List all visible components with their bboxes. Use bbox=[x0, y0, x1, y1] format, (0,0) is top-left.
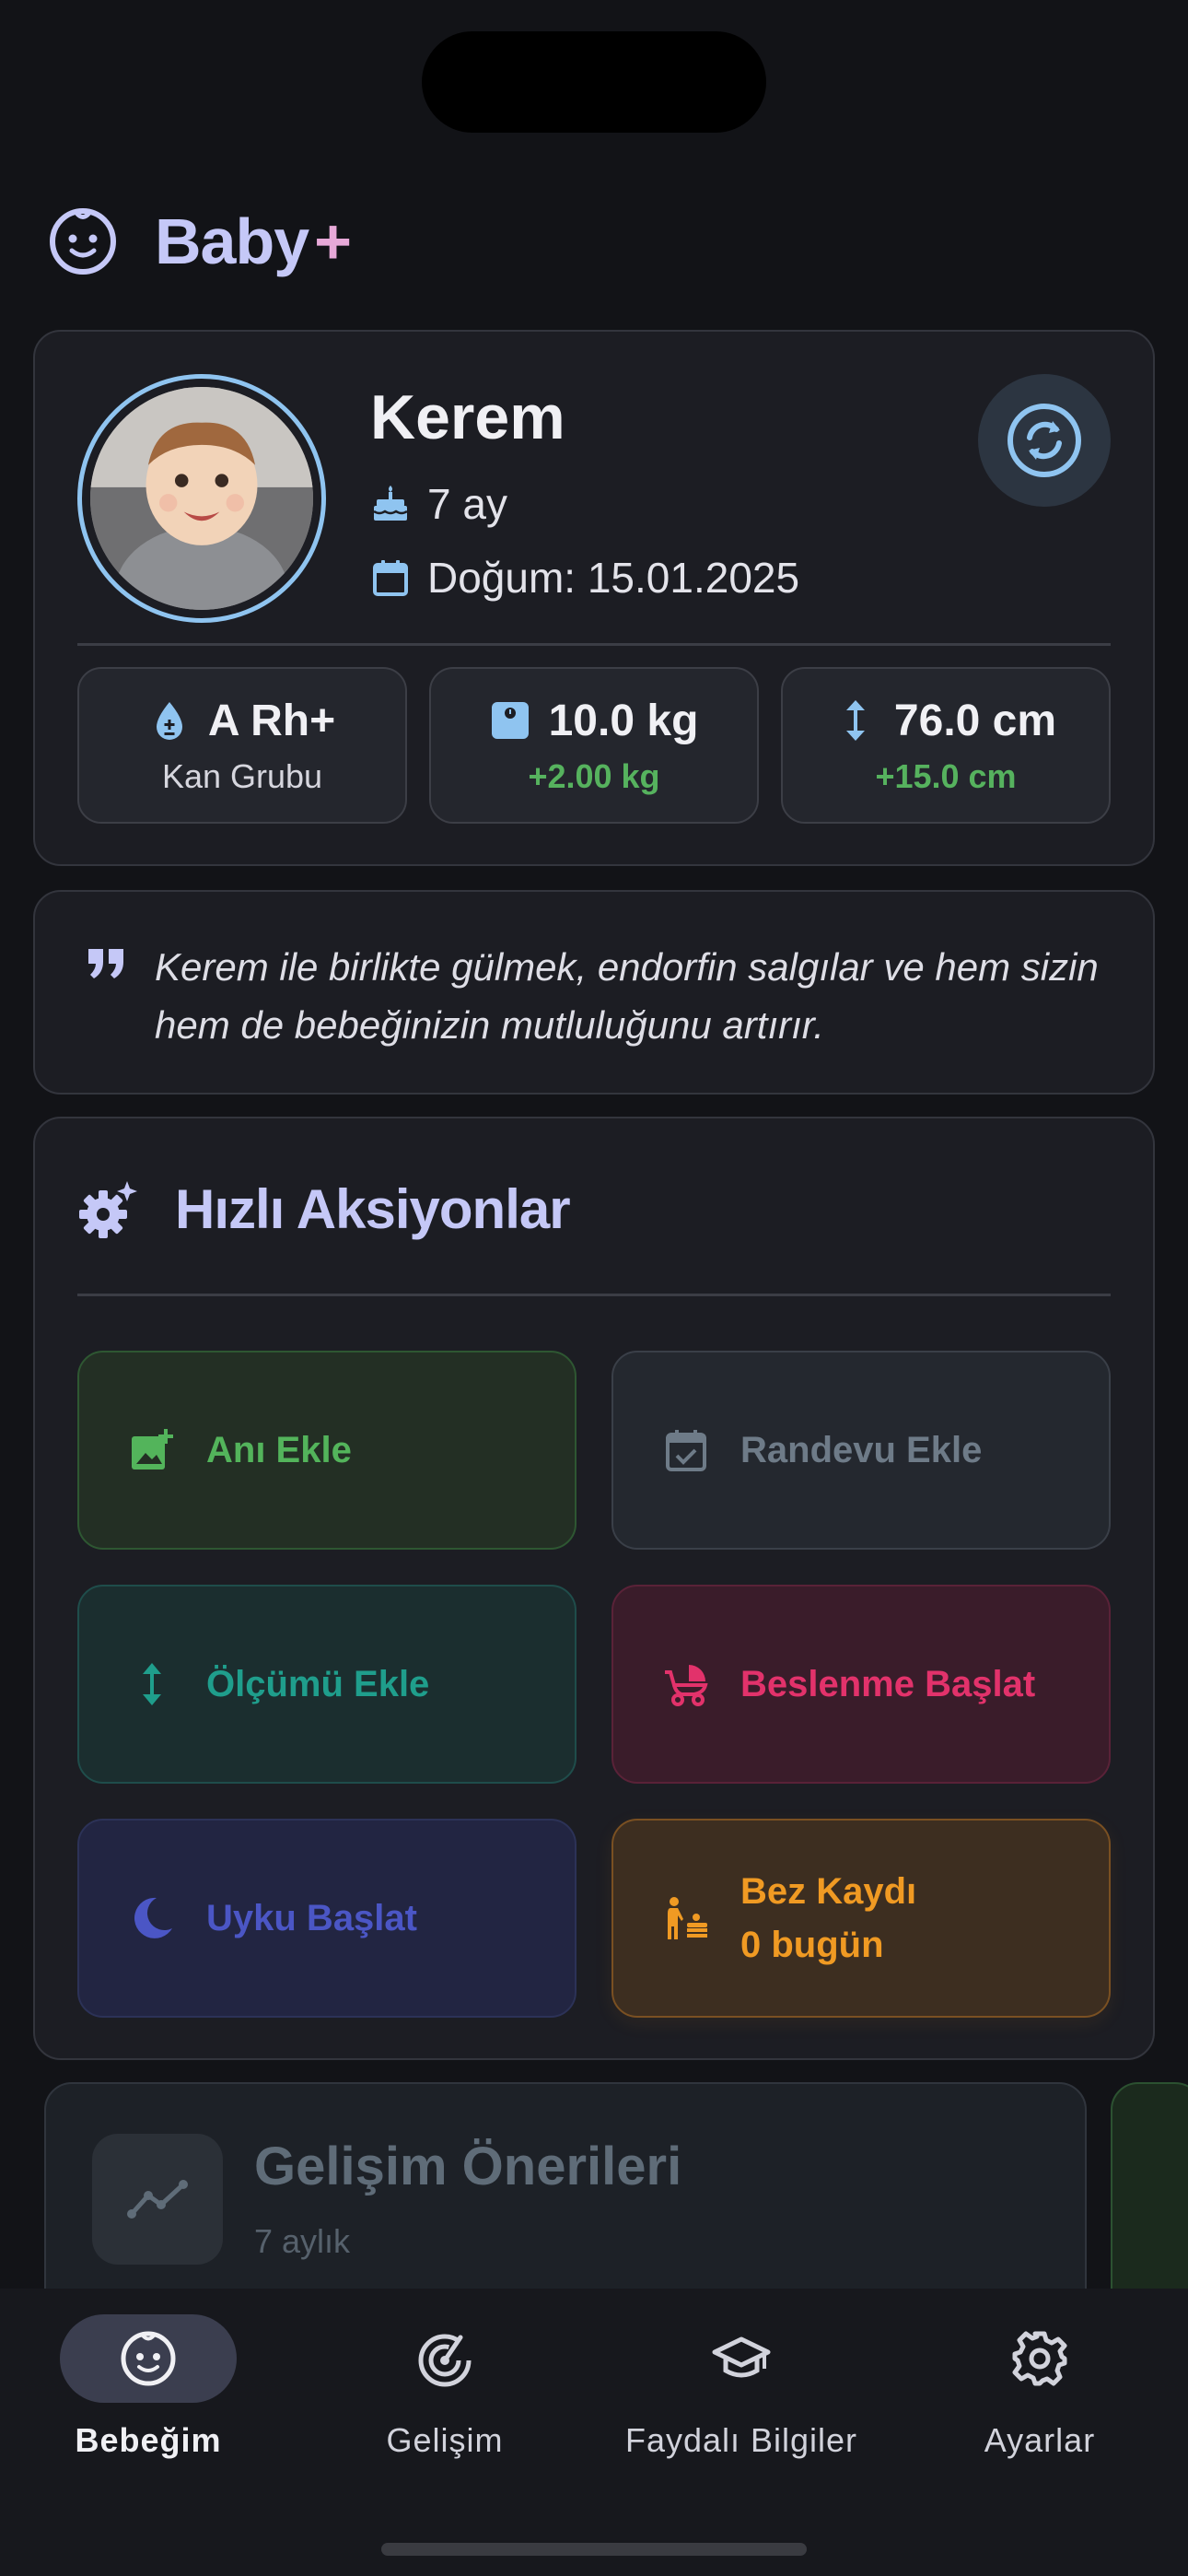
weight-change: +2.00 kg bbox=[528, 756, 660, 795]
start-feeding-label: Beslenme Başlat bbox=[740, 1664, 1036, 1704]
start-feeding-button[interactable]: Beslenme Başlat bbox=[611, 1585, 1111, 1784]
baby-face-logo-icon bbox=[50, 208, 116, 275]
birth-row: Doğum: 15.01.2025 bbox=[370, 553, 799, 603]
blood-type-value: A Rh+ bbox=[207, 696, 336, 745]
nav-tab-info-label: Faydalı Bilgiler bbox=[624, 2421, 858, 2459]
graduation-cap-icon bbox=[712, 2336, 771, 2378]
bottom-navigation: Bebeğim Gelişim Faydalı Bilgiler Ayarlar bbox=[0, 2289, 1188, 2576]
dynamic-island bbox=[422, 31, 766, 133]
height-stat: 76.0 cm +15.0 cm bbox=[781, 667, 1111, 824]
moon-icon bbox=[134, 1897, 172, 1938]
app-title-plus: + bbox=[314, 205, 353, 277]
add-appointment-button[interactable]: Randevu Ekle bbox=[611, 1351, 1111, 1550]
birth-date-text: Doğum: 15.01.2025 bbox=[427, 554, 800, 602]
baby-face-icon bbox=[121, 2331, 176, 2386]
start-sleep-label: Uyku Başlat bbox=[206, 1898, 417, 1938]
nav-tab-settings[interactable]: Ayarlar bbox=[891, 2314, 1188, 2460]
add-measurement-label: Ölçümü Ekle bbox=[206, 1664, 430, 1704]
profile-divider bbox=[77, 643, 1111, 646]
quick-actions-card: Hızlı Aksiyonlar Anı Ekle Randevu Ekle Ö… bbox=[33, 1117, 1155, 2060]
nav-tab-settings-label: Ayarlar bbox=[984, 2421, 1096, 2459]
nav-tab-info[interactable]: Faydalı Bilgiler bbox=[593, 2314, 890, 2460]
scale-icon bbox=[491, 702, 529, 739]
screen: Baby + Kerem 7 ay Doğum: 15.01.2025 A Rh… bbox=[0, 0, 1188, 2576]
nav-tab-settings-pill bbox=[951, 2314, 1128, 2403]
diaper-log-title: Bez Kaydı bbox=[740, 1871, 917, 1912]
blood-type-label: Kan Grubu bbox=[161, 756, 323, 795]
quick-actions-title: Hızlı Aksiyonlar bbox=[175, 1178, 571, 1240]
add-photo-icon bbox=[132, 1429, 173, 1469]
app-title: Baby bbox=[155, 205, 309, 277]
start-sleep-button[interactable]: Uyku Başlat bbox=[77, 1819, 577, 2018]
quote-icon bbox=[88, 949, 123, 978]
app-header: Baby + bbox=[46, 205, 352, 278]
height-value: 76.0 cm bbox=[893, 696, 1057, 745]
baby-profile-card: Kerem 7 ay Doğum: 15.01.2025 A Rh+ Kan G… bbox=[33, 330, 1155, 866]
vertical-arrows-icon bbox=[143, 1663, 161, 1705]
blood-type-stat: A Rh+ Kan Grubu bbox=[77, 667, 407, 824]
weight-stat: 10.0 kg +2.00 kg bbox=[429, 667, 759, 824]
age-row: 7 ay bbox=[370, 479, 507, 529]
stroller-icon bbox=[665, 1665, 708, 1706]
add-measurement-button[interactable]: Ölçümü Ekle bbox=[77, 1585, 577, 1784]
age-text: 7 ay bbox=[427, 480, 507, 528]
trend-icon-box bbox=[92, 2134, 223, 2265]
quote-card: Kerem ile birlikte gülmek, endorfin salg… bbox=[33, 890, 1155, 1095]
weight-value: 10.0 kg bbox=[548, 696, 699, 745]
gear-icon bbox=[1012, 2331, 1067, 2386]
add-memory-button[interactable]: Anı Ekle bbox=[77, 1351, 577, 1550]
quick-actions-divider bbox=[77, 1294, 1111, 1296]
radar-icon bbox=[418, 2334, 472, 2387]
cake-icon bbox=[373, 486, 408, 521]
switch-baby-button[interactable] bbox=[978, 374, 1111, 507]
quick-actions-header: Hızlı Aksiyonlar bbox=[77, 1177, 571, 1241]
add-memory-label: Anı Ekle bbox=[206, 1430, 352, 1470]
baby-photo-illustration bbox=[90, 387, 313, 610]
calendar-check-icon bbox=[666, 1430, 706, 1471]
trend-line-icon bbox=[127, 2180, 188, 2219]
nav-tab-baby-label: Bebeğim bbox=[75, 2421, 222, 2459]
nav-tab-development-label: Gelişim bbox=[386, 2421, 504, 2459]
sync-icon bbox=[1007, 404, 1081, 477]
diaper-log-button[interactable]: Bez Kaydı 0 bugün bbox=[611, 1819, 1111, 2018]
baby-photo bbox=[90, 387, 313, 610]
avatar[interactable] bbox=[77, 374, 326, 623]
home-indicator bbox=[381, 2543, 807, 2556]
nav-tab-development[interactable]: Gelişim bbox=[297, 2314, 593, 2460]
height-arrow-icon bbox=[845, 700, 865, 741]
baby-changing-icon bbox=[668, 1897, 707, 1939]
nav-tab-baby[interactable]: Bebeğim bbox=[0, 2314, 297, 2460]
calendar-icon bbox=[373, 560, 408, 596]
height-change: +15.0 cm bbox=[875, 756, 1017, 795]
development-subtitle: 7 aylık bbox=[254, 2222, 351, 2260]
diaper-log-label: Bez Kaydı 0 bugün bbox=[740, 1865, 916, 1972]
diaper-log-count: 0 bugün bbox=[740, 1925, 884, 1965]
blood-drop-icon bbox=[156, 702, 182, 740]
nav-tab-info-pill bbox=[653, 2314, 830, 2403]
nav-tab-baby-pill bbox=[60, 2314, 237, 2403]
baby-name: Kerem bbox=[370, 382, 565, 452]
development-title: Gelişim Önerileri bbox=[254, 2137, 682, 2196]
nav-tab-development-pill bbox=[356, 2314, 533, 2403]
quote-text: Kerem ile birlikte gülmek, endorfin salg… bbox=[155, 945, 1099, 1047]
gear-sparkle-icon bbox=[79, 1180, 137, 1238]
add-appointment-label: Randevu Ekle bbox=[740, 1430, 983, 1470]
